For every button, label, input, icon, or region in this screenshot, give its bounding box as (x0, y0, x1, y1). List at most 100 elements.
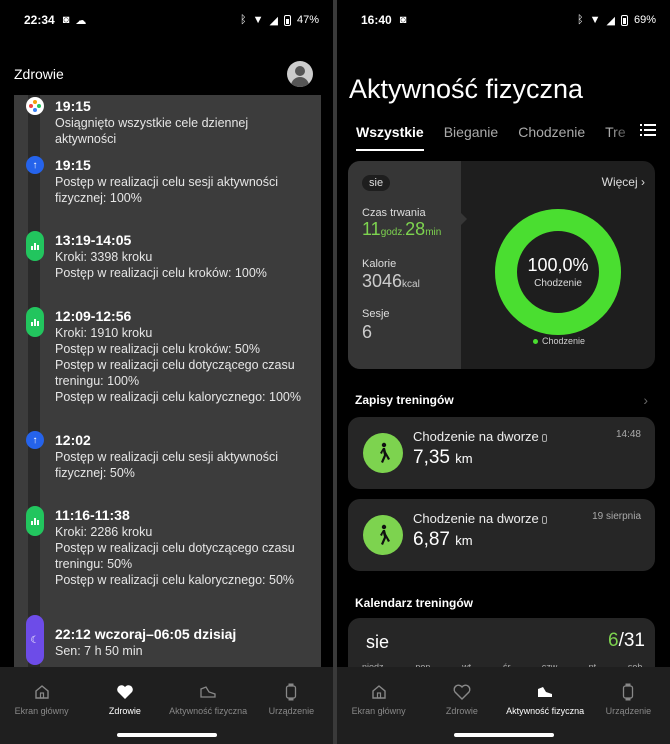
entry-line: fizycznej: 100% (55, 191, 142, 205)
home-icon (34, 683, 50, 701)
entry-line: Sen: 7 h 50 min (55, 644, 143, 658)
bottom-navigation: Ekran główny Zdrowie Aktywność fizyczna … (337, 667, 670, 744)
status-bar: 16:40 ◙ ᛒ ▼ ◢ 69% (337, 0, 670, 40)
ring-legend: Chodzenie (533, 336, 585, 346)
timeline-line (28, 95, 40, 667)
calories-number: 3046 (362, 271, 403, 291)
tab-all[interactable]: Wszystkie (356, 124, 424, 151)
entry-line: treningu: 50% (55, 557, 133, 571)
chevron-right-icon[interactable]: › (643, 392, 648, 408)
avatar-body-shape (291, 77, 309, 87)
summary-stats: sie Czas trwania 11godz.28min Kalorie 30… (348, 161, 461, 369)
activity-ring: 100,0% Chodzenie (493, 207, 623, 337)
right-screen: 16:40 ◙ ᛒ ▼ ◢ 69% Aktywność fizyczna Wsz… (337, 0, 670, 744)
calendar-count: 6/31 (608, 630, 645, 652)
legend-label: Chodzenie (542, 336, 586, 346)
steps-bars-icon (26, 506, 44, 536)
page-title: Zdrowie (14, 66, 64, 82)
workout-name-text: Chodzenie na dworze (413, 429, 539, 444)
entry-line: Postęp w realizacji celu dotyczącego cza… (55, 541, 295, 555)
calories-value: 3046kcal (362, 271, 420, 292)
calories-unit: kcal (402, 279, 420, 290)
workout-distance: 7,35 km (413, 447, 473, 469)
steps-bars-icon (26, 231, 44, 261)
entry-line: fizycznej: 50% (55, 466, 135, 480)
entry-line: Postęp w realizacji celu sesji aktywnośc… (55, 450, 279, 464)
workout-card[interactable]: Chodzenie na dworze 6,87 km 19 sierpnia (348, 499, 655, 571)
watch-icon (622, 683, 634, 701)
summary-card[interactable]: sie Czas trwania 11godz.28min Kalorie 30… (348, 161, 655, 369)
home-indicator[interactable] (453, 733, 554, 737)
nav-device[interactable]: Urządzenie (250, 667, 333, 744)
workout-name-text: Chodzenie na dworze (413, 511, 539, 526)
nav-label: Aktywność fizyczna (506, 706, 585, 716)
entry-time: 13:19-14:05 (55, 232, 132, 248)
duration-label: Czas trwania (362, 207, 426, 219)
entry-line: Postęp w realizacji celu kroków: 100% (55, 266, 267, 280)
legend-dot (533, 338, 538, 344)
battery-percent: 47% (296, 14, 319, 26)
activity-tabs: Wszystkie Bieganie Chodzenie Tre (337, 118, 670, 151)
workout-name: Chodzenie na dworze (413, 511, 547, 526)
more-label: Więcej (601, 175, 638, 189)
shoe-icon (199, 683, 217, 701)
avatar[interactable] (287, 61, 313, 87)
steps-bars-icon (26, 307, 44, 337)
home-indicator[interactable] (116, 733, 217, 737)
walking-icon (363, 515, 403, 555)
page-header: Zdrowie (14, 60, 313, 88)
tab-running[interactable]: Bieganie (444, 124, 499, 140)
watch-icon (285, 683, 297, 701)
distance-value: 6,87 (413, 529, 450, 550)
workout-time: 14:48 (615, 429, 641, 440)
duration-minutes-unit: min (425, 227, 442, 238)
duration-minutes: 28 (405, 219, 426, 239)
heart-icon (453, 683, 471, 701)
signal-icon: ◢ (269, 14, 278, 27)
status-time: 22:34 (24, 13, 55, 27)
nav-label: Zdrowie (445, 706, 478, 716)
wifi-icon: ▼ (589, 14, 601, 26)
workout-time: 19 sierpnia (592, 511, 641, 522)
calendar-total: /31 (618, 630, 645, 651)
sessions-value: 6 (362, 322, 373, 342)
entry-time: 22:12 wczoraj–06:05 dzisiaj (55, 626, 237, 642)
distance-unit: km (455, 533, 473, 548)
moon-icon: ☾ (26, 615, 44, 665)
activity-timeline[interactable]: 19:15 Osiągnięto wszystkie cele dziennej… (14, 95, 321, 667)
nav-label: Zdrowie (108, 706, 141, 716)
nav-label: Ekran główny (351, 706, 406, 716)
bottom-navigation: Ekran główny Zdrowie Aktywność fizyczna … (0, 667, 333, 744)
workout-name: Chodzenie na dworze (413, 429, 547, 444)
tab-walking[interactable]: Chodzenie (518, 124, 585, 140)
workout-card[interactable]: Chodzenie na dworze 7,35 km 14:48 (348, 417, 655, 489)
bluetooth-icon: ᛒ (240, 14, 247, 26)
entry-line: Kroki: 3398 kroku (55, 250, 153, 264)
distance-unit: km (455, 451, 473, 466)
nav-home[interactable]: Ekran główny (0, 667, 83, 744)
entry-line: Kroki: 2286 kroku (55, 525, 153, 539)
duration-hours-unit: godz. (380, 227, 406, 238)
sessions-label: Sesje (362, 308, 390, 320)
entry-line: Postęp w realizacji celu kalorycznego: 1… (55, 390, 301, 404)
nav-device[interactable]: Urządzenie (587, 667, 670, 744)
list-icon[interactable] (640, 124, 656, 138)
nav-home[interactable]: Ekran główny (337, 667, 420, 744)
battery-icon (620, 14, 628, 26)
records-section-title: Zapisy treningów (355, 393, 454, 407)
entry-time: 19:15 (55, 157, 91, 173)
cloud-icon: ☁ (75, 14, 87, 27)
wifi-icon: ▼ (252, 14, 264, 26)
period-selector[interactable]: sie (362, 175, 391, 191)
tabs-fade (610, 118, 640, 146)
shoe-icon (536, 683, 554, 701)
home-icon (371, 683, 387, 701)
entry-time: 19:15 (55, 98, 91, 114)
nav-label: Ekran główny (14, 706, 69, 716)
ring-percent: 100,0% (527, 255, 589, 275)
calories-label: Kalorie (362, 258, 397, 270)
heart-icon (116, 683, 134, 701)
more-link[interactable]: Więcej › (602, 175, 645, 189)
entry-line: Postęp w realizacji celu dotyczącego cza… (55, 358, 295, 372)
watch-icon (541, 433, 547, 442)
